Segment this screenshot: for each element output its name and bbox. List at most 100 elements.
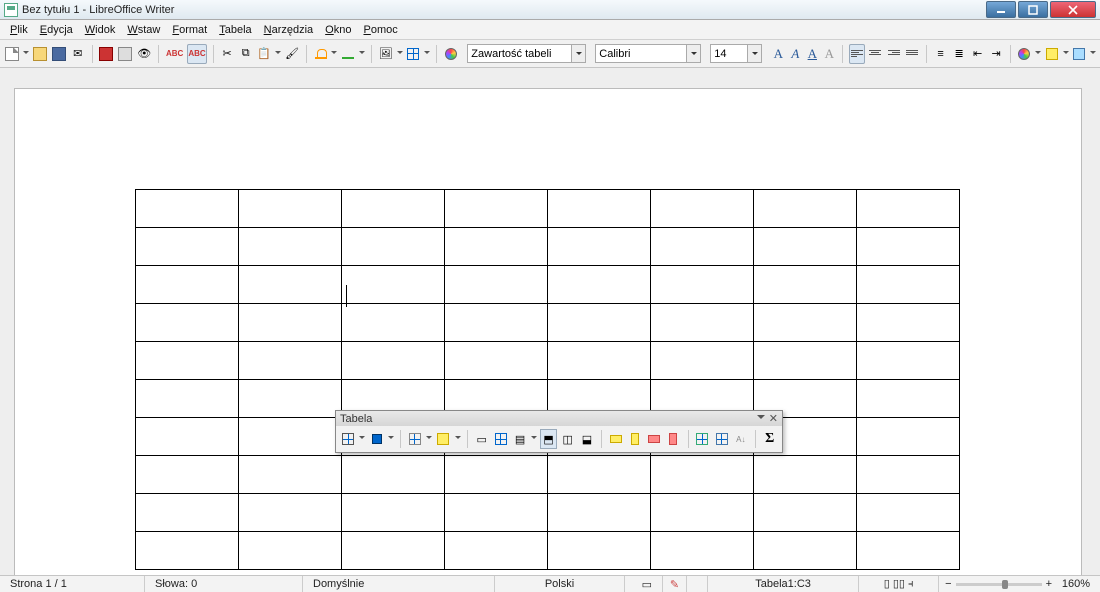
paragraph-style-combo[interactable] — [467, 44, 586, 63]
table-cell[interactable] — [857, 418, 960, 456]
undo-dropdown[interactable] — [331, 51, 337, 57]
table-line-style-dropdown[interactable] — [359, 436, 365, 442]
table-cell[interactable] — [651, 190, 754, 228]
document-table[interactable] — [135, 189, 960, 570]
align-justify-button[interactable] — [905, 44, 921, 64]
table-cell[interactable] — [754, 532, 857, 570]
table-cell[interactable] — [651, 532, 754, 570]
table-cell[interactable] — [342, 494, 445, 532]
table-cell[interactable] — [136, 342, 239, 380]
insert-row-button[interactable] — [608, 429, 624, 449]
table-cell[interactable] — [548, 494, 651, 532]
table-cell[interactable] — [239, 380, 342, 418]
document-area[interactable]: Tabela ✕ ▭ ▤ ⬒ ◫ ⬓ — [0, 68, 1100, 575]
auto-spellcheck-button[interactable]: ABC — [187, 44, 206, 64]
table-cell[interactable] — [136, 456, 239, 494]
table-cell[interactable] — [548, 456, 651, 494]
table-cell[interactable] — [342, 228, 445, 266]
table-cell[interactable] — [754, 228, 857, 266]
table-cell[interactable] — [342, 190, 445, 228]
table-cell[interactable] — [445, 228, 548, 266]
table-cell[interactable] — [857, 266, 960, 304]
table-cell[interactable] — [136, 418, 239, 456]
table-cell[interactable] — [136, 304, 239, 342]
print-preview-button[interactable]: 👁 — [136, 44, 152, 64]
line-color-button[interactable] — [369, 429, 385, 449]
table-cell[interactable] — [651, 494, 754, 532]
bullet-list-button[interactable]: ≡ — [933, 44, 949, 64]
font-name-combo[interactable] — [595, 44, 701, 63]
table-floating-toolbar[interactable]: Tabela ✕ ▭ ▤ ⬒ ◫ ⬓ — [335, 410, 783, 453]
split-cells-button[interactable] — [493, 429, 509, 449]
menu-insert[interactable]: Wstaw — [121, 22, 166, 38]
menu-edit[interactable]: Edycja — [34, 22, 79, 38]
decrease-indent-button[interactable]: ⇤ — [970, 44, 986, 64]
page[interactable] — [14, 88, 1082, 575]
bg-color-button[interactable] — [435, 429, 451, 449]
table-cell[interactable] — [445, 304, 548, 342]
menu-format[interactable]: Format — [166, 22, 213, 38]
vertical-align-top-button[interactable]: ⬒ — [540, 429, 556, 449]
table-cell[interactable] — [857, 190, 960, 228]
menu-help[interactable]: Pomoc — [357, 22, 403, 38]
table-cell[interactable] — [239, 532, 342, 570]
line-color-dropdown[interactable] — [388, 436, 394, 442]
increase-indent-button[interactable]: ⇥ — [988, 44, 1004, 64]
table-cell[interactable] — [754, 304, 857, 342]
zoom-in-button[interactable]: + — [1046, 578, 1052, 590]
font-name-input[interactable] — [595, 44, 687, 63]
table-cell[interactable] — [548, 190, 651, 228]
status-words[interactable]: Słowa: 0 — [145, 576, 303, 592]
undo-button[interactable] — [313, 44, 329, 64]
table-cell[interactable] — [445, 190, 548, 228]
insert-table-button[interactable] — [406, 44, 422, 64]
table-cell[interactable] — [754, 494, 857, 532]
font-name-dropdown[interactable] — [687, 44, 701, 63]
sum-button[interactable]: Σ — [762, 429, 778, 449]
highlight-button[interactable] — [1044, 44, 1060, 64]
optimize-dropdown[interactable] — [531, 436, 537, 442]
table-cell[interactable] — [239, 494, 342, 532]
insert-table-dropdown[interactable] — [424, 51, 430, 57]
table-cell[interactable] — [445, 266, 548, 304]
align-left-button[interactable] — [849, 44, 865, 64]
table-cell[interactable] — [857, 342, 960, 380]
floating-toolbar-header[interactable]: Tabela ✕ — [336, 411, 782, 426]
status-page[interactable]: Strona 1 / 1 — [0, 576, 145, 592]
table-cell[interactable] — [239, 228, 342, 266]
table-cell[interactable] — [548, 266, 651, 304]
table-cell[interactable] — [136, 532, 239, 570]
open-button[interactable] — [32, 44, 48, 64]
cut-button[interactable]: ✂ — [219, 44, 235, 64]
table-cell[interactable] — [548, 532, 651, 570]
table-cell[interactable] — [754, 456, 857, 494]
vertical-align-bottom-button[interactable]: ⬓ — [579, 429, 595, 449]
borders-dropdown[interactable] — [426, 436, 432, 442]
table-cell[interactable] — [754, 342, 857, 380]
new-dropdown[interactable] — [23, 51, 29, 57]
close-button[interactable] — [1050, 1, 1096, 18]
table-cell[interactable] — [239, 304, 342, 342]
bold-button[interactable]: A — [771, 44, 785, 64]
paste-dropdown[interactable] — [275, 51, 281, 57]
vertical-align-center-button[interactable]: ◫ — [560, 429, 576, 449]
floating-toolbar-close-icon[interactable]: ✕ — [769, 412, 778, 425]
table-cell[interactable] — [136, 494, 239, 532]
status-insert-mode[interactable]: ▭ — [625, 576, 663, 592]
table-properties-button[interactable] — [340, 429, 356, 449]
highlight-dropdown[interactable] — [1063, 51, 1069, 57]
table-cell[interactable] — [651, 266, 754, 304]
sort-button[interactable]: A↓ — [733, 429, 749, 449]
zoom-value[interactable]: 160% — [1058, 576, 1100, 592]
color-palette-button[interactable] — [443, 44, 459, 64]
table-cell[interactable] — [857, 228, 960, 266]
font-size-dropdown[interactable] — [748, 44, 762, 63]
number-list-button[interactable]: ≣ — [951, 44, 967, 64]
insert-col-button[interactable] — [627, 429, 643, 449]
menu-view[interactable]: Widok — [79, 22, 122, 38]
status-selection[interactable]: Tabela1:C3 — [708, 576, 859, 592]
redo-dropdown[interactable] — [359, 51, 365, 57]
font-size-combo[interactable] — [710, 44, 762, 63]
merge-cells-button[interactable]: ▭ — [474, 429, 490, 449]
menu-table[interactable]: Tabela — [213, 22, 257, 38]
